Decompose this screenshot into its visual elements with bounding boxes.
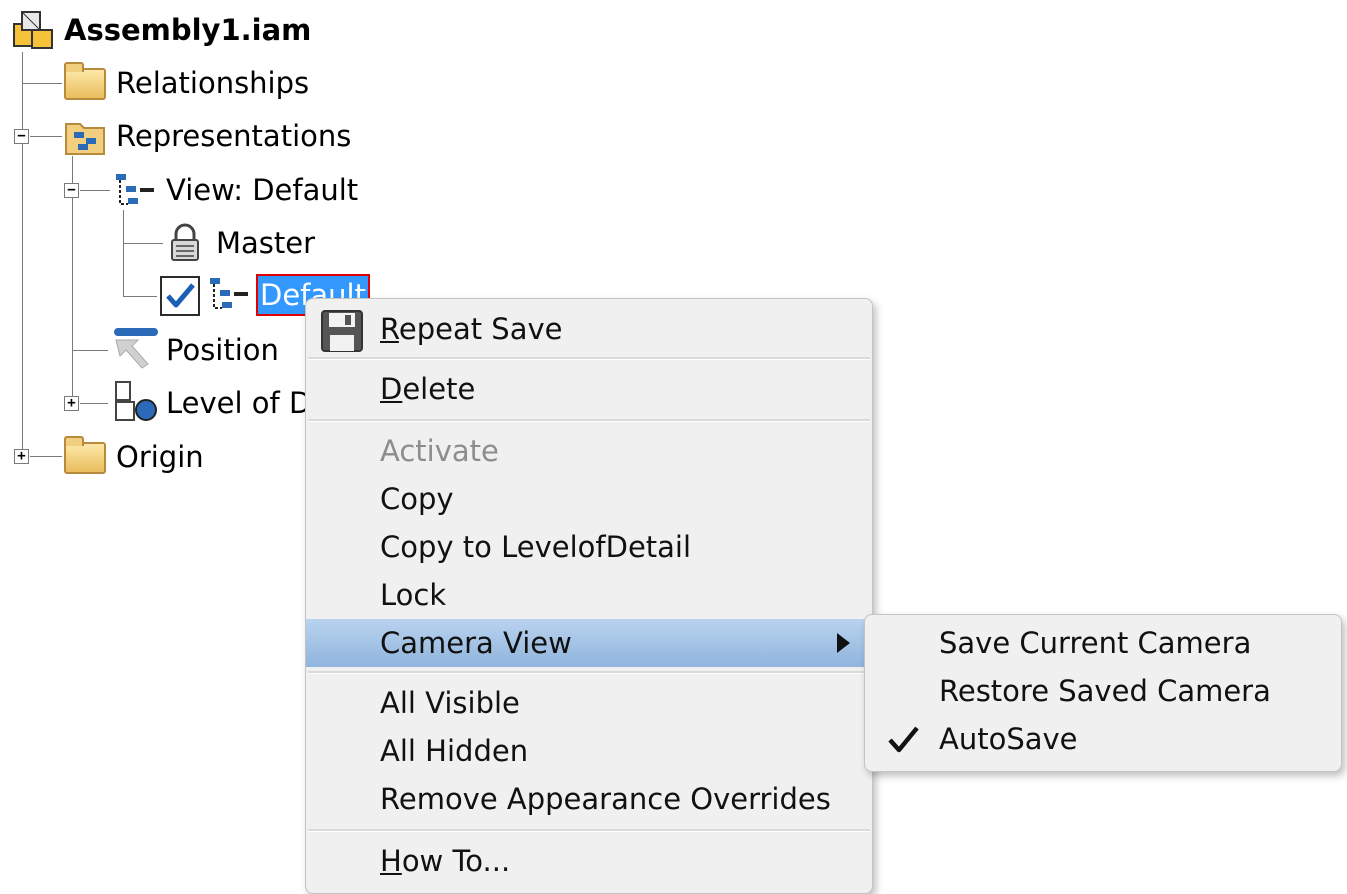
menu-item-label: Activate	[380, 434, 499, 468]
assembly-icon	[12, 10, 56, 50]
checkmark-icon	[166, 283, 195, 308]
position-icon	[112, 326, 160, 370]
menu-item-label: All Visible	[380, 686, 520, 720]
menu-item-copy-to-levelofdetail[interactable]: Copy to LevelofDetail	[306, 523, 872, 571]
menu-item-label: Camera View	[380, 626, 572, 660]
submenu-item-autosave[interactable]: AutoSave	[865, 715, 1341, 763]
tree-line	[80, 190, 110, 191]
submenu-arrow-icon	[837, 633, 850, 653]
tree-node-representations[interactable]: Representations	[116, 118, 351, 154]
tree-line	[30, 456, 62, 457]
tree-line	[22, 52, 23, 456]
menu-item-label: Copy	[380, 482, 454, 516]
active-checkbox[interactable]	[160, 276, 200, 316]
lock-icon	[168, 222, 202, 262]
folder-icon	[64, 436, 106, 474]
menu-item-camera-view[interactable]: Camera View	[306, 619, 872, 667]
tree-node-master[interactable]: Master	[216, 225, 315, 261]
menu-mnemonic: R	[380, 312, 399, 346]
menu-item-label: Lock	[380, 578, 447, 612]
menu-item-label: elete	[402, 372, 476, 406]
menu-separator	[308, 419, 870, 422]
tree-node-level-of-detail[interactable]: Level of D	[166, 385, 311, 421]
menu-item-remove-appearance-overrides[interactable]: Remove Appearance Overrides	[306, 775, 872, 823]
level-of-detail-icon	[112, 380, 160, 422]
camera-view-submenu: Save Current Camera Restore Saved Camera…	[864, 614, 1342, 772]
menu-item-repeat-save[interactable]: Repeat Save	[306, 305, 872, 353]
menu-item-label: Copy to LevelofDetail	[380, 530, 692, 564]
menu-item-label: All Hidden	[380, 734, 529, 768]
menu-item-label: Save Current Camera	[939, 626, 1252, 660]
tree-node-relationships[interactable]: Relationships	[116, 65, 309, 101]
menu-separator	[308, 671, 870, 674]
collapse-icon[interactable]: −	[14, 129, 29, 144]
tree-line	[22, 83, 62, 84]
tree-line	[123, 210, 124, 296]
menu-item-all-visible[interactable]: All Visible	[306, 679, 872, 727]
menu-separator	[308, 357, 870, 360]
menu-separator	[308, 829, 870, 832]
menu-item-lock[interactable]: Lock	[306, 571, 872, 619]
menu-item-copy[interactable]: Copy	[306, 475, 872, 523]
submenu-item-restore-saved-camera[interactable]: Restore Saved Camera	[865, 667, 1341, 715]
menu-item-label: ow To...	[401, 844, 511, 878]
menu-item-activate: Activate	[306, 427, 872, 475]
tree-node-origin[interactable]: Origin	[116, 439, 204, 475]
menu-mnemonic: D	[380, 372, 403, 406]
checkmark-icon	[888, 726, 919, 753]
expand-icon[interactable]: +	[14, 449, 29, 464]
save-icon	[320, 309, 364, 353]
menu-item-label: epeat Save	[398, 312, 563, 346]
tree-line	[30, 136, 62, 137]
tree-line	[123, 296, 157, 297]
tree-line	[80, 403, 108, 404]
menu-item-delete[interactable]: Delete	[306, 365, 872, 413]
expand-icon[interactable]: +	[64, 396, 79, 411]
menu-item-label: Remove Appearance Overrides	[380, 782, 831, 816]
context-menu: Repeat Save Delete Activate Copy Copy to…	[305, 298, 873, 894]
submenu-item-save-current-camera[interactable]: Save Current Camera	[865, 619, 1341, 667]
menu-item-label: Restore Saved Camera	[939, 674, 1271, 708]
menu-item-all-hidden[interactable]: All Hidden	[306, 727, 872, 775]
menu-item-label: AutoSave	[939, 722, 1078, 756]
tree-line	[72, 350, 108, 351]
tree-root-label[interactable]: Assembly1.iam	[64, 12, 311, 48]
representations-icon	[64, 118, 106, 156]
menu-item-how-to[interactable]: How To...	[306, 837, 872, 885]
tree-node-position[interactable]: Position	[166, 332, 279, 368]
tree-line	[123, 243, 163, 244]
tree-node-view-default[interactable]: View: Default	[166, 172, 358, 208]
view-rep-icon	[114, 172, 158, 208]
collapse-icon[interactable]: −	[64, 183, 79, 198]
menu-mnemonic: H	[380, 844, 402, 878]
folder-icon	[64, 62, 106, 100]
view-rep-icon	[208, 276, 252, 312]
